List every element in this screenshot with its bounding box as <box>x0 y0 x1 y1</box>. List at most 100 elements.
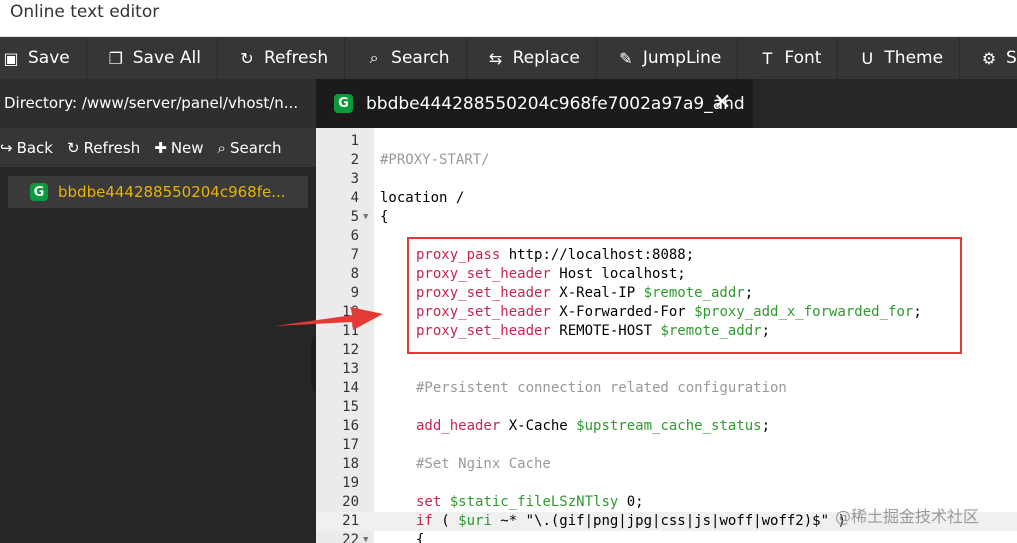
line-number: 5 <box>350 209 359 225</box>
line-number: 16 <box>342 418 359 434</box>
line-code: if ( $uri ~* "\.(gif|png|jpg|css|js|woff… <box>416 512 846 531</box>
fold-arrow-icon[interactable]: ▼ <box>363 531 368 543</box>
code-line[interactable]: 22 ▼ { <box>316 531 1017 543</box>
save-all-label: Save All <box>132 48 201 68</box>
annotation-box <box>407 237 962 354</box>
sidebar-search-label: Search <box>229 138 282 157</box>
refresh-icon: ↻ <box>240 48 254 68</box>
editor-tabbar: G bbdbe444288550204c968fe7002a97a9_and ✕ <box>316 79 1017 128</box>
font-icon: T <box>762 48 773 68</box>
code-line[interactable]: 13 <box>316 360 1017 379</box>
code-line[interactable]: 1 <box>316 132 1017 151</box>
code-line[interactable]: 5 ▼ { <box>316 208 1017 227</box>
line-number: 8 <box>350 266 359 282</box>
replace-label: Replace <box>512 48 580 68</box>
annotation-arrow-shape <box>275 307 383 330</box>
sidebar-search-button[interactable]: ⌕ Search <box>218 139 282 157</box>
code-text: X-Cache <box>500 418 577 434</box>
code-text: ; <box>761 418 771 434</box>
copy-icon: ❐ <box>108 48 123 68</box>
line-number: 14 <box>342 380 359 396</box>
jumpline-button[interactable]: ✎ JumpLine <box>597 37 739 79</box>
search-label: Search <box>391 48 450 68</box>
line-number: 13 <box>342 361 359 377</box>
line-code: #PROXY-START/ <box>380 151 490 170</box>
code-keyword: add_header <box>416 418 501 434</box>
tab-title: bbdbe444288550204c968fe7002a97a9_and <box>366 93 745 114</box>
pin-icon: ✎ <box>619 48 633 68</box>
code-variable: $upstream_cache_status <box>576 418 762 434</box>
theme-button[interactable]: U Theme <box>838 37 961 79</box>
line-number: 7 <box>350 247 359 263</box>
file-name: bbdbe444288550204c968fe... <box>58 183 286 201</box>
line-number: 17 <box>342 437 359 453</box>
refresh-button[interactable]: ↻ Refresh <box>218 37 346 79</box>
window-title: Online text editor <box>10 2 160 22</box>
code-line[interactable]: 4 location / <box>316 189 1017 208</box>
magnet-icon: U <box>861 48 874 68</box>
theme-label: Theme <box>884 48 944 68</box>
window-titlebar: Online text editor <box>0 0 1017 37</box>
line-code: #Set Nginx Cache <box>416 455 551 474</box>
back-arrow-icon: ↪ <box>0 138 13 157</box>
code-line[interactable]: 14 #Persistent connection related configu… <box>316 379 1017 398</box>
save-all-button[interactable]: ❐ Save All <box>87 37 218 79</box>
save-button[interactable]: ▣ Save <box>0 37 87 79</box>
floppy-icon: ▣ <box>3 48 19 68</box>
set-label: Set <box>1006 48 1017 68</box>
back-button[interactable]: ↪ Back <box>0 139 53 157</box>
code-line[interactable]: 18 #Set Nginx Cache <box>316 455 1017 474</box>
directory-path: Directory: /www/server/panel/vhost/n... <box>0 79 316 128</box>
plus-icon: ✚ <box>154 138 167 157</box>
file-list-item[interactable]: G bbdbe444288550204c968fe... <box>8 176 308 208</box>
line-number: 21 <box>342 513 359 529</box>
code-line[interactable]: 3 <box>316 170 1017 189</box>
sidebar-refresh-label: Refresh <box>83 138 141 157</box>
code-comment: #Set Nginx Cache <box>416 456 551 472</box>
code-line[interactable]: 17 <box>316 436 1017 455</box>
code-line[interactable]: 15 <box>316 398 1017 417</box>
fold-arrow-icon[interactable]: ▼ <box>363 208 368 227</box>
back-label: Back <box>16 138 53 157</box>
code-line[interactable]: 16 add_header X-Cache $upstream_cache_sta… <box>316 417 1017 436</box>
code-text: { <box>380 209 389 225</box>
code-line[interactable]: 2 #PROXY-START/ <box>316 151 1017 170</box>
code-comment: #PROXY-START/ <box>380 152 490 168</box>
line-number: 6 <box>350 228 359 244</box>
replace-icon: ⇆ <box>488 48 503 68</box>
code-text: location / <box>380 190 465 206</box>
replace-button[interactable]: ⇆ Replace <box>467 37 597 79</box>
close-icon[interactable]: ✕ <box>713 91 731 115</box>
line-code: set $static_fileLSzNTlsy 0; <box>416 493 644 512</box>
search-button[interactable]: ⌕ Search <box>345 37 467 79</box>
code-variable: $uri <box>458 513 492 529</box>
search-icon: ⌕ <box>369 48 379 67</box>
editor-tab[interactable]: G bbdbe444288550204c968fe7002a97a9_and <box>316 79 753 128</box>
line-number: 9 <box>350 285 359 301</box>
line-number: 1 <box>350 133 359 149</box>
jumpline-label: JumpLine <box>642 48 722 68</box>
new-label: New <box>170 138 204 157</box>
line-number: 22 <box>342 532 359 543</box>
set-button[interactable]: ⚙ Set <box>960 37 1017 79</box>
line-number: 18 <box>342 456 359 472</box>
font-button[interactable]: T Font <box>738 37 839 79</box>
watermark: @稀土掘金技术社区 <box>835 507 980 526</box>
sidebar-actions: ↪ Back ↻ Refresh ✚ New ⌕ Search <box>0 128 316 167</box>
line-number: 20 <box>342 494 359 510</box>
sidebar-refresh-button[interactable]: ↻ Refresh <box>67 139 140 157</box>
font-label: Font <box>784 48 822 68</box>
line-number: 15 <box>342 399 359 415</box>
line-number: 3 <box>350 171 359 187</box>
gear-icon: ⚙ <box>981 48 997 68</box>
toolbar: ▣ Save ❐ Save All ↻ Refresh ⌕ Search ⇆ R… <box>0 37 1017 79</box>
new-button[interactable]: ✚ New <box>154 139 203 157</box>
line-code: #Persistent connection related configura… <box>416 379 787 398</box>
refresh-icon: ↻ <box>67 138 80 157</box>
code-line[interactable]: 19 <box>316 474 1017 493</box>
line-number: 2 <box>350 152 359 168</box>
code-text: ~* "\.(gif|png|jpg|css|js|woff|woff2)$" … <box>491 513 846 529</box>
refresh-label: Refresh <box>263 48 329 68</box>
annotation-arrow <box>275 307 383 330</box>
